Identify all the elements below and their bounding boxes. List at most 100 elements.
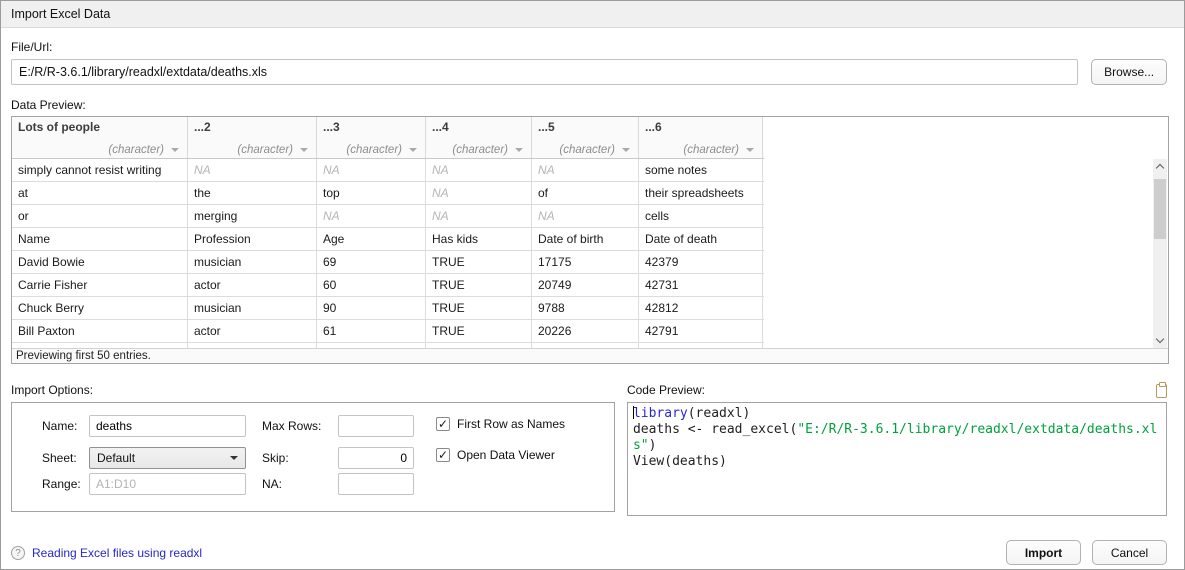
scroll-down-icon[interactable] bbox=[1156, 335, 1164, 343]
table-cell: NA bbox=[317, 205, 426, 227]
column-type: (character) bbox=[559, 144, 615, 156]
table-cell: or bbox=[12, 205, 188, 227]
browse-button[interactable]: Browse... bbox=[1091, 59, 1167, 85]
column-menu-icon[interactable] bbox=[171, 148, 179, 152]
sheet-select[interactable]: Default bbox=[89, 447, 246, 469]
table-cell: musician bbox=[188, 251, 317, 273]
column-type: (character) bbox=[683, 144, 739, 156]
scroll-up-icon[interactable] bbox=[1156, 164, 1164, 172]
table-cell: the bbox=[188, 182, 317, 204]
preview-table-body: simply cannot resist writingNANANANAsome… bbox=[12, 159, 764, 350]
column-menu-icon[interactable] bbox=[622, 148, 630, 152]
preview-vertical-scrollbar[interactable] bbox=[1153, 159, 1167, 348]
column-name: ...3 bbox=[323, 120, 419, 134]
table-cell: Date of birth bbox=[532, 228, 639, 250]
na-input[interactable] bbox=[338, 473, 414, 495]
help-link-text: Reading Excel files using readxl bbox=[32, 546, 202, 560]
table-cell: Date of death bbox=[639, 228, 763, 250]
table-cell: Bill Paxton bbox=[12, 320, 188, 342]
table-cell: 17175 bbox=[532, 251, 639, 273]
table-row: NameProfessionAgeHas kidsDate of birthDa… bbox=[12, 228, 764, 251]
table-cell: NA bbox=[426, 159, 532, 181]
cancel-button[interactable]: Cancel bbox=[1092, 540, 1167, 565]
open-data-viewer-label: Open Data Viewer bbox=[457, 448, 555, 462]
table-cell: NA bbox=[317, 159, 426, 181]
first-row-as-names-checkbox[interactable]: ✓ bbox=[436, 417, 450, 431]
table-cell: at bbox=[12, 182, 188, 204]
data-preview-panel: Lots of people(character)...2(character)… bbox=[11, 116, 1169, 364]
table-header-cell: ...6(character) bbox=[639, 117, 763, 158]
table-cell: some notes bbox=[639, 159, 763, 181]
table-cell: 42791 bbox=[639, 320, 763, 342]
max-rows-input[interactable] bbox=[338, 415, 414, 437]
preview-table-header: Lots of people(character)...2(character)… bbox=[12, 117, 764, 159]
code-line: library(readxl) bbox=[633, 406, 1161, 422]
table-cell: NA bbox=[426, 205, 532, 227]
table-cell: TRUE bbox=[426, 320, 532, 342]
table-cell: cells bbox=[639, 205, 763, 227]
file-url-input[interactable] bbox=[11, 59, 1078, 85]
skip-label: Skip: bbox=[262, 447, 289, 469]
table-row: Bill Paxtonactor61TRUE2022642791 bbox=[12, 320, 764, 343]
table-row: atthetopNAoftheir spreadsheets bbox=[12, 182, 764, 205]
copy-code-clipboard-icon[interactable] bbox=[1156, 384, 1167, 398]
open-data-viewer-checkbox[interactable]: ✓ bbox=[436, 448, 450, 462]
table-header-cell: ...2(character) bbox=[188, 117, 317, 158]
skip-input[interactable] bbox=[338, 447, 414, 469]
help-link[interactable]: ? Reading Excel files using readxl bbox=[11, 546, 202, 560]
first-row-as-names-option[interactable]: ✓ First Row as Names bbox=[436, 417, 565, 431]
column-type: (character) bbox=[452, 144, 508, 156]
column-menu-icon[interactable] bbox=[300, 148, 308, 152]
code-preview-editor[interactable]: library(readxl)deaths <- read_excel("E:/… bbox=[627, 402, 1167, 516]
name-label: Name: bbox=[42, 415, 77, 437]
scrollbar-thumb[interactable] bbox=[1154, 179, 1166, 239]
na-label: NA: bbox=[262, 473, 282, 495]
code-segment: deaths <- read_excel( bbox=[633, 422, 797, 437]
open-data-viewer-option[interactable]: ✓ Open Data Viewer bbox=[436, 448, 555, 462]
table-cell: of bbox=[532, 182, 639, 204]
code-segment: View(deaths) bbox=[633, 454, 727, 469]
table-cell: top bbox=[317, 182, 426, 204]
column-name: ...5 bbox=[538, 120, 632, 134]
table-cell: merging bbox=[188, 205, 317, 227]
column-menu-icon[interactable] bbox=[515, 148, 523, 152]
table-cell: actor bbox=[188, 274, 317, 296]
preview-table: Lots of people(character)...2(character)… bbox=[12, 117, 764, 350]
table-cell: 69 bbox=[317, 251, 426, 273]
column-menu-icon[interactable] bbox=[746, 148, 754, 152]
table-row: ormergingNANANAcells bbox=[12, 205, 764, 228]
table-header-cell: ...5 (character) bbox=[532, 117, 639, 158]
table-cell: 20749 bbox=[532, 274, 639, 296]
table-row: Carrie Fisheractor60TRUE2074942731 bbox=[12, 274, 764, 297]
table-row: simply cannot resist writingNANANANAsome… bbox=[12, 159, 764, 182]
table-cell: TRUE bbox=[426, 297, 532, 319]
sheet-label: Sheet: bbox=[42, 447, 77, 469]
import-excel-dialog: Import Excel Data File/Url: Browse... Da… bbox=[0, 0, 1185, 570]
table-cell: Profession bbox=[188, 228, 317, 250]
table-cell: 60 bbox=[317, 274, 426, 296]
table-cell: musician bbox=[188, 297, 317, 319]
table-cell: simply cannot resist writing bbox=[12, 159, 188, 181]
max-rows-label: Max Rows: bbox=[262, 415, 321, 437]
sheet-select-value: Default bbox=[97, 451, 135, 465]
column-type: (character) bbox=[108, 144, 164, 156]
table-cell: TRUE bbox=[426, 274, 532, 296]
range-input[interactable] bbox=[89, 473, 246, 495]
table-header-cell: Lots of people(character) bbox=[12, 117, 188, 158]
import-button[interactable]: Import bbox=[1006, 540, 1081, 565]
question-mark-icon: ? bbox=[11, 546, 25, 560]
import-options-label: Import Options: bbox=[11, 383, 93, 398]
table-row: David Bowiemusician69TRUE1717542379 bbox=[12, 251, 764, 274]
column-menu-icon[interactable] bbox=[409, 148, 417, 152]
code-line: deaths <- read_excel("E:/R/R-3.6.1/libra… bbox=[633, 422, 1161, 454]
table-cell: NA bbox=[532, 205, 639, 227]
column-type: (character) bbox=[346, 144, 402, 156]
column-type: (character) bbox=[237, 144, 293, 156]
table-cell: 9788 bbox=[532, 297, 639, 319]
code-preview-label: Code Preview: bbox=[627, 383, 705, 398]
table-cell: Name bbox=[12, 228, 188, 250]
table-cell: their spreadsheets bbox=[639, 182, 763, 204]
name-input[interactable] bbox=[89, 415, 246, 437]
file-url-row: Browse... bbox=[11, 59, 1167, 85]
dialog-titlebar: Import Excel Data bbox=[1, 1, 1184, 28]
